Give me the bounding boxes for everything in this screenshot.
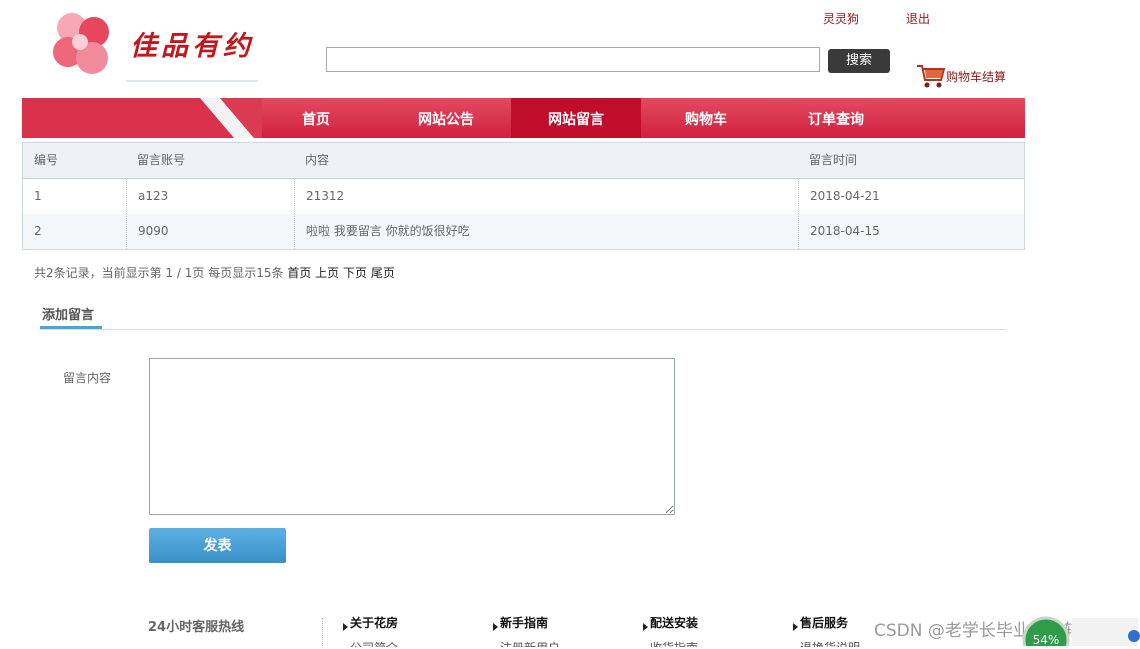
message-content-textarea[interactable] bbox=[149, 358, 675, 515]
username-link[interactable]: 灵灵狗 bbox=[823, 10, 859, 27]
nav-item-cart[interactable]: 购物车 bbox=[641, 98, 771, 138]
table-row: 2 9090 啦啦 我要留言 你就的饭很好吃 2018-04-15 bbox=[23, 214, 1024, 249]
next-page-link[interactable]: 下页 bbox=[343, 266, 367, 280]
clover-logo-icon bbox=[53, 13, 109, 74]
tab-add-message[interactable]: 添加留言 bbox=[42, 304, 94, 323]
nav-item-orders[interactable]: 订单查询 bbox=[771, 98, 901, 138]
message-table: 编号 留言账号 内容 留言时间 1 a123 21312 2018-04-21 … bbox=[22, 142, 1025, 250]
cell-id: 1 bbox=[34, 189, 42, 203]
cell-account: 9090 bbox=[126, 214, 294, 249]
hotline-label: 24小时客服热线 bbox=[148, 620, 245, 635]
pagination-summary: 共2条记录，当前显示第 1 / 1页 每页显示15条 bbox=[34, 266, 284, 280]
footer-divider bbox=[322, 618, 324, 646]
arrow-right-icon bbox=[493, 623, 498, 631]
search-button[interactable]: 搜索 bbox=[828, 49, 890, 73]
nav-item-announcements[interactable]: 网站公告 bbox=[381, 98, 511, 138]
footer-col-aftersales[interactable]: 售后服务 bbox=[793, 614, 848, 631]
cell-content: 21312 bbox=[294, 179, 798, 214]
header-account: 留言账号 bbox=[137, 153, 186, 167]
search-input[interactable] bbox=[326, 47, 820, 72]
site-name: 佳品有约 bbox=[130, 31, 254, 62]
cell-time: 2018-04-21 bbox=[798, 179, 1024, 214]
content-label: 留言内容 bbox=[63, 371, 112, 385]
logo-underline bbox=[126, 80, 258, 82]
tab-divider bbox=[40, 329, 1007, 330]
logout-link[interactable]: 退出 bbox=[906, 10, 930, 27]
footer-col-guide[interactable]: 新手指南 bbox=[493, 614, 548, 631]
first-page-link[interactable]: 首页 bbox=[287, 266, 311, 280]
footer-col-about[interactable]: 关于花房 bbox=[343, 614, 398, 631]
cell-time: 2018-04-15 bbox=[798, 214, 1024, 249]
table-row: 1 a123 21312 2018-04-21 bbox=[23, 179, 1024, 214]
nav-item-home[interactable]: 首页 bbox=[274, 98, 358, 138]
main-nav: 首页 网站公告 网站留言 购物车 订单查询 bbox=[22, 98, 1025, 138]
submit-message-button[interactable]: 发表 bbox=[149, 528, 286, 563]
header-content: 内容 bbox=[305, 153, 330, 167]
header-id: 编号 bbox=[34, 153, 59, 167]
nav-item-messages[interactable]: 网站留言 bbox=[511, 98, 641, 138]
cart-checkout-link[interactable]: 购物车结算 bbox=[946, 68, 1006, 85]
last-page-link[interactable]: 尾页 bbox=[371, 266, 395, 280]
cell-account: a123 bbox=[126, 179, 294, 214]
arrow-right-icon bbox=[643, 623, 648, 631]
table-header-row: 编号 留言账号 内容 留言时间 bbox=[23, 143, 1024, 179]
pagination: 共2条记录，当前显示第 1 / 1页 每页显示15条 首页 上页 下页 尾页 bbox=[34, 264, 395, 281]
arrow-right-icon bbox=[793, 623, 798, 631]
cell-id: 2 bbox=[34, 224, 42, 238]
speed-percent: 54% bbox=[1033, 633, 1060, 646]
speed-widget[interactable]: 54% bbox=[1022, 614, 1140, 649]
nav-decoration bbox=[22, 98, 262, 138]
shopping-cart-icon[interactable] bbox=[916, 62, 946, 90]
prev-page-link[interactable]: 上页 bbox=[315, 266, 339, 280]
cell-content: 啦啦 我要留言 你就的饭很好吃 bbox=[294, 214, 798, 249]
footer-col-delivery[interactable]: 配送安装 bbox=[643, 614, 698, 631]
header-time: 留言时间 bbox=[809, 153, 858, 167]
arrow-right-icon bbox=[343, 623, 348, 631]
